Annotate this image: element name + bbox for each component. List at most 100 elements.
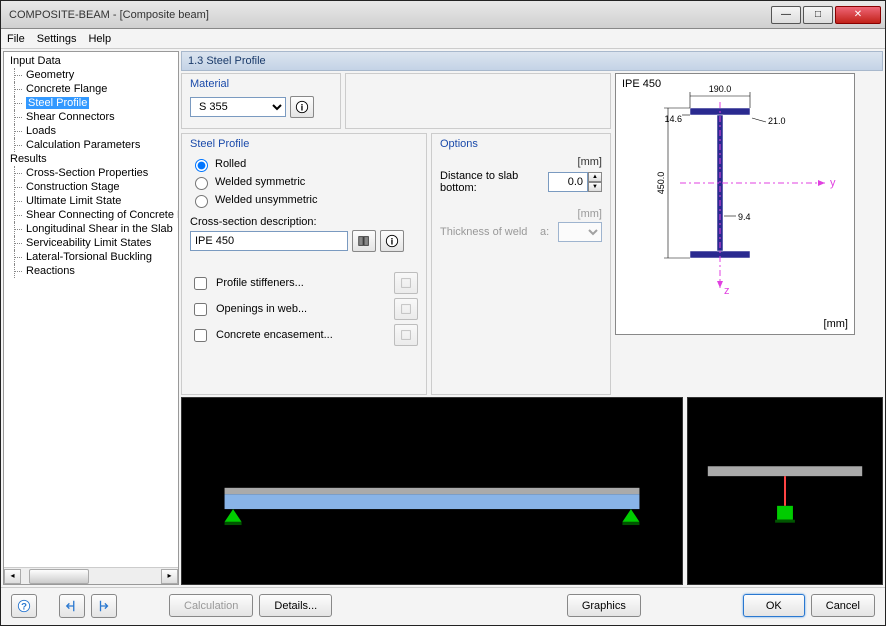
tree-item-calc-params[interactable]: Calculation Parameters [4, 138, 178, 152]
tree-item-shear-conn-concrete[interactable]: Shear Connecting of Concrete Flange [4, 208, 178, 222]
scroll-left-button[interactable]: ◂ [4, 569, 21, 584]
chk-encasement-label: Concrete encasement... [216, 329, 388, 341]
steel-profile-title: Steel Profile [190, 138, 418, 154]
content-area: Input Data Geometry Concrete Flange Stee… [1, 49, 885, 587]
profile-name: IPE 450 [622, 78, 661, 90]
nav-tree-panel: Input Data Geometry Concrete Flange Stee… [3, 51, 179, 585]
beam-preview[interactable] [181, 397, 683, 585]
window-controls: — □ ✕ [769, 6, 881, 24]
tree-hscrollbar[interactable]: ◂ ▸ [4, 567, 178, 584]
maximize-button[interactable]: □ [803, 6, 833, 24]
cs-info-button[interactable]: i [380, 230, 404, 252]
app-window: COMPOSITE-BEAM - [Composite beam] — □ ✕ … [0, 0, 886, 626]
window-title: COMPOSITE-BEAM - [Composite beam] [5, 9, 209, 21]
radio-welded-unsym-label: Welded unsymmetric [215, 194, 318, 206]
radio-welded-unsym[interactable] [195, 195, 208, 208]
graphics-button[interactable]: Graphics [567, 594, 641, 617]
titlebar: COMPOSITE-BEAM - [Composite beam] — □ ✕ [1, 1, 885, 29]
cs-desc-label: Cross-section description: [190, 216, 418, 228]
dist-up-button[interactable]: ▲ [588, 172, 602, 182]
help-button[interactable]: ? [11, 594, 37, 618]
menubar: File Settings Help [1, 29, 885, 49]
chk-stiffeners-label: Profile stiffeners... [216, 277, 388, 289]
axis-z-label: z [724, 285, 730, 297]
cs-library-button[interactable] [352, 230, 376, 252]
chk-encasement[interactable] [194, 329, 207, 342]
tree-item-loads[interactable]: Loads [4, 124, 178, 138]
scroll-track[interactable] [21, 569, 161, 584]
radio-rolled[interactable] [195, 159, 208, 172]
tree-item-ltb[interactable]: Lateral-Torsional Buckling [4, 250, 178, 264]
encasement-edit-button [394, 324, 418, 346]
unit-mm-1: [mm] [572, 156, 602, 168]
radio-rolled-label: Rolled [215, 158, 246, 170]
tree-results[interactable]: Results [4, 152, 178, 166]
material-title: Material [190, 78, 332, 94]
tree-item-reactions[interactable]: Reactions [4, 264, 178, 278]
scroll-right-button[interactable]: ▸ [161, 569, 178, 584]
scroll-thumb[interactable] [29, 569, 89, 584]
options-panel: Options [mm] Distance to slab bottom: ▲▼ [431, 133, 611, 395]
next-button[interactable] [91, 594, 117, 618]
tree-item-steel-profile[interactable]: Steel Profile [4, 96, 178, 110]
close-button[interactable]: ✕ [835, 6, 881, 24]
tree-item-sls[interactable]: Serviceability Limit States [4, 236, 178, 250]
tree-item-uls[interactable]: Ultimate Limit State [4, 194, 178, 208]
steel-profile-panel: Steel Profile Rolled Welded symmetric We… [181, 133, 427, 395]
menu-help[interactable]: Help [88, 33, 111, 45]
axis-y-label: y [830, 177, 836, 189]
dim-tw: 9.4 [738, 212, 751, 222]
svg-text:i: i [391, 237, 394, 248]
minimize-button[interactable]: — [771, 6, 801, 24]
dim-width: 190.0 [709, 84, 732, 94]
menu-file[interactable]: File [7, 33, 25, 45]
tree-item-geometry[interactable]: Geometry [4, 68, 178, 82]
tree-item-longitudinal-shear[interactable]: Longitudinal Shear in the Slab [4, 222, 178, 236]
material-select[interactable]: S 355 [190, 97, 286, 117]
nav-tree: Input Data Geometry Concrete Flange Stee… [4, 52, 178, 567]
lower-area [181, 397, 883, 585]
calculation-button: Calculation [169, 594, 253, 617]
main-panel: 1.3 Steel Profile Material S 355 i [181, 51, 883, 585]
dim-tf: 14.6 [664, 114, 682, 124]
tree-item-cross-section[interactable]: Cross-Section Properties [4, 166, 178, 180]
footer-bar: ? Calculation Details... Graphics OK Can… [1, 587, 885, 625]
cs-desc-input[interactable] [190, 231, 348, 251]
dim-r: 21.0 [768, 116, 786, 126]
left-column: Material S 355 i [181, 73, 611, 395]
tree-input-data[interactable]: Input Data [4, 54, 178, 68]
tree-item-concrete-flange[interactable]: Concrete Flange [4, 82, 178, 96]
material-panel: Material S 355 i [181, 73, 341, 129]
tree-item-construction-stage[interactable]: Construction Stage [4, 180, 178, 194]
svg-text:i: i [301, 103, 304, 114]
prev-button[interactable] [59, 594, 85, 618]
section-preview[interactable] [687, 397, 883, 585]
a-label: a: [540, 226, 554, 238]
menu-settings[interactable]: Settings [37, 33, 77, 45]
dist-down-button[interactable]: ▼ [588, 182, 602, 192]
tree-item-shear-connectors[interactable]: Shear Connectors [4, 110, 178, 124]
material-info-button[interactable]: i [290, 96, 314, 118]
ok-button[interactable]: OK [743, 594, 805, 617]
chk-openings-label: Openings in web... [216, 303, 388, 315]
upper-area: Material S 355 i [181, 73, 883, 395]
cancel-button[interactable]: Cancel [811, 594, 875, 617]
unit-mm-2: [mm] [572, 208, 602, 220]
profile-unit: [mm] [824, 318, 848, 330]
dist-spinner: ▲▼ [548, 172, 602, 192]
weld-select [558, 222, 602, 242]
dist-label: Distance to slab bottom: [440, 170, 544, 194]
radio-welded-sym[interactable] [195, 177, 208, 190]
empty-panel [345, 73, 611, 129]
details-button[interactable]: Details... [259, 594, 332, 617]
radio-welded-sym-label: Welded symmetric [215, 176, 305, 188]
chk-openings[interactable] [194, 303, 207, 316]
profile-diagram: IPE 450 [615, 73, 855, 335]
profile-svg: 190.0 450.0 14.6 21.0 [620, 78, 850, 318]
dist-input[interactable] [548, 172, 588, 192]
stiffeners-edit-button [394, 272, 418, 294]
svg-text:?: ? [21, 601, 27, 612]
options-title: Options [440, 138, 602, 154]
thickness-label: Thickness of weld [440, 226, 536, 238]
chk-stiffeners[interactable] [194, 277, 207, 290]
